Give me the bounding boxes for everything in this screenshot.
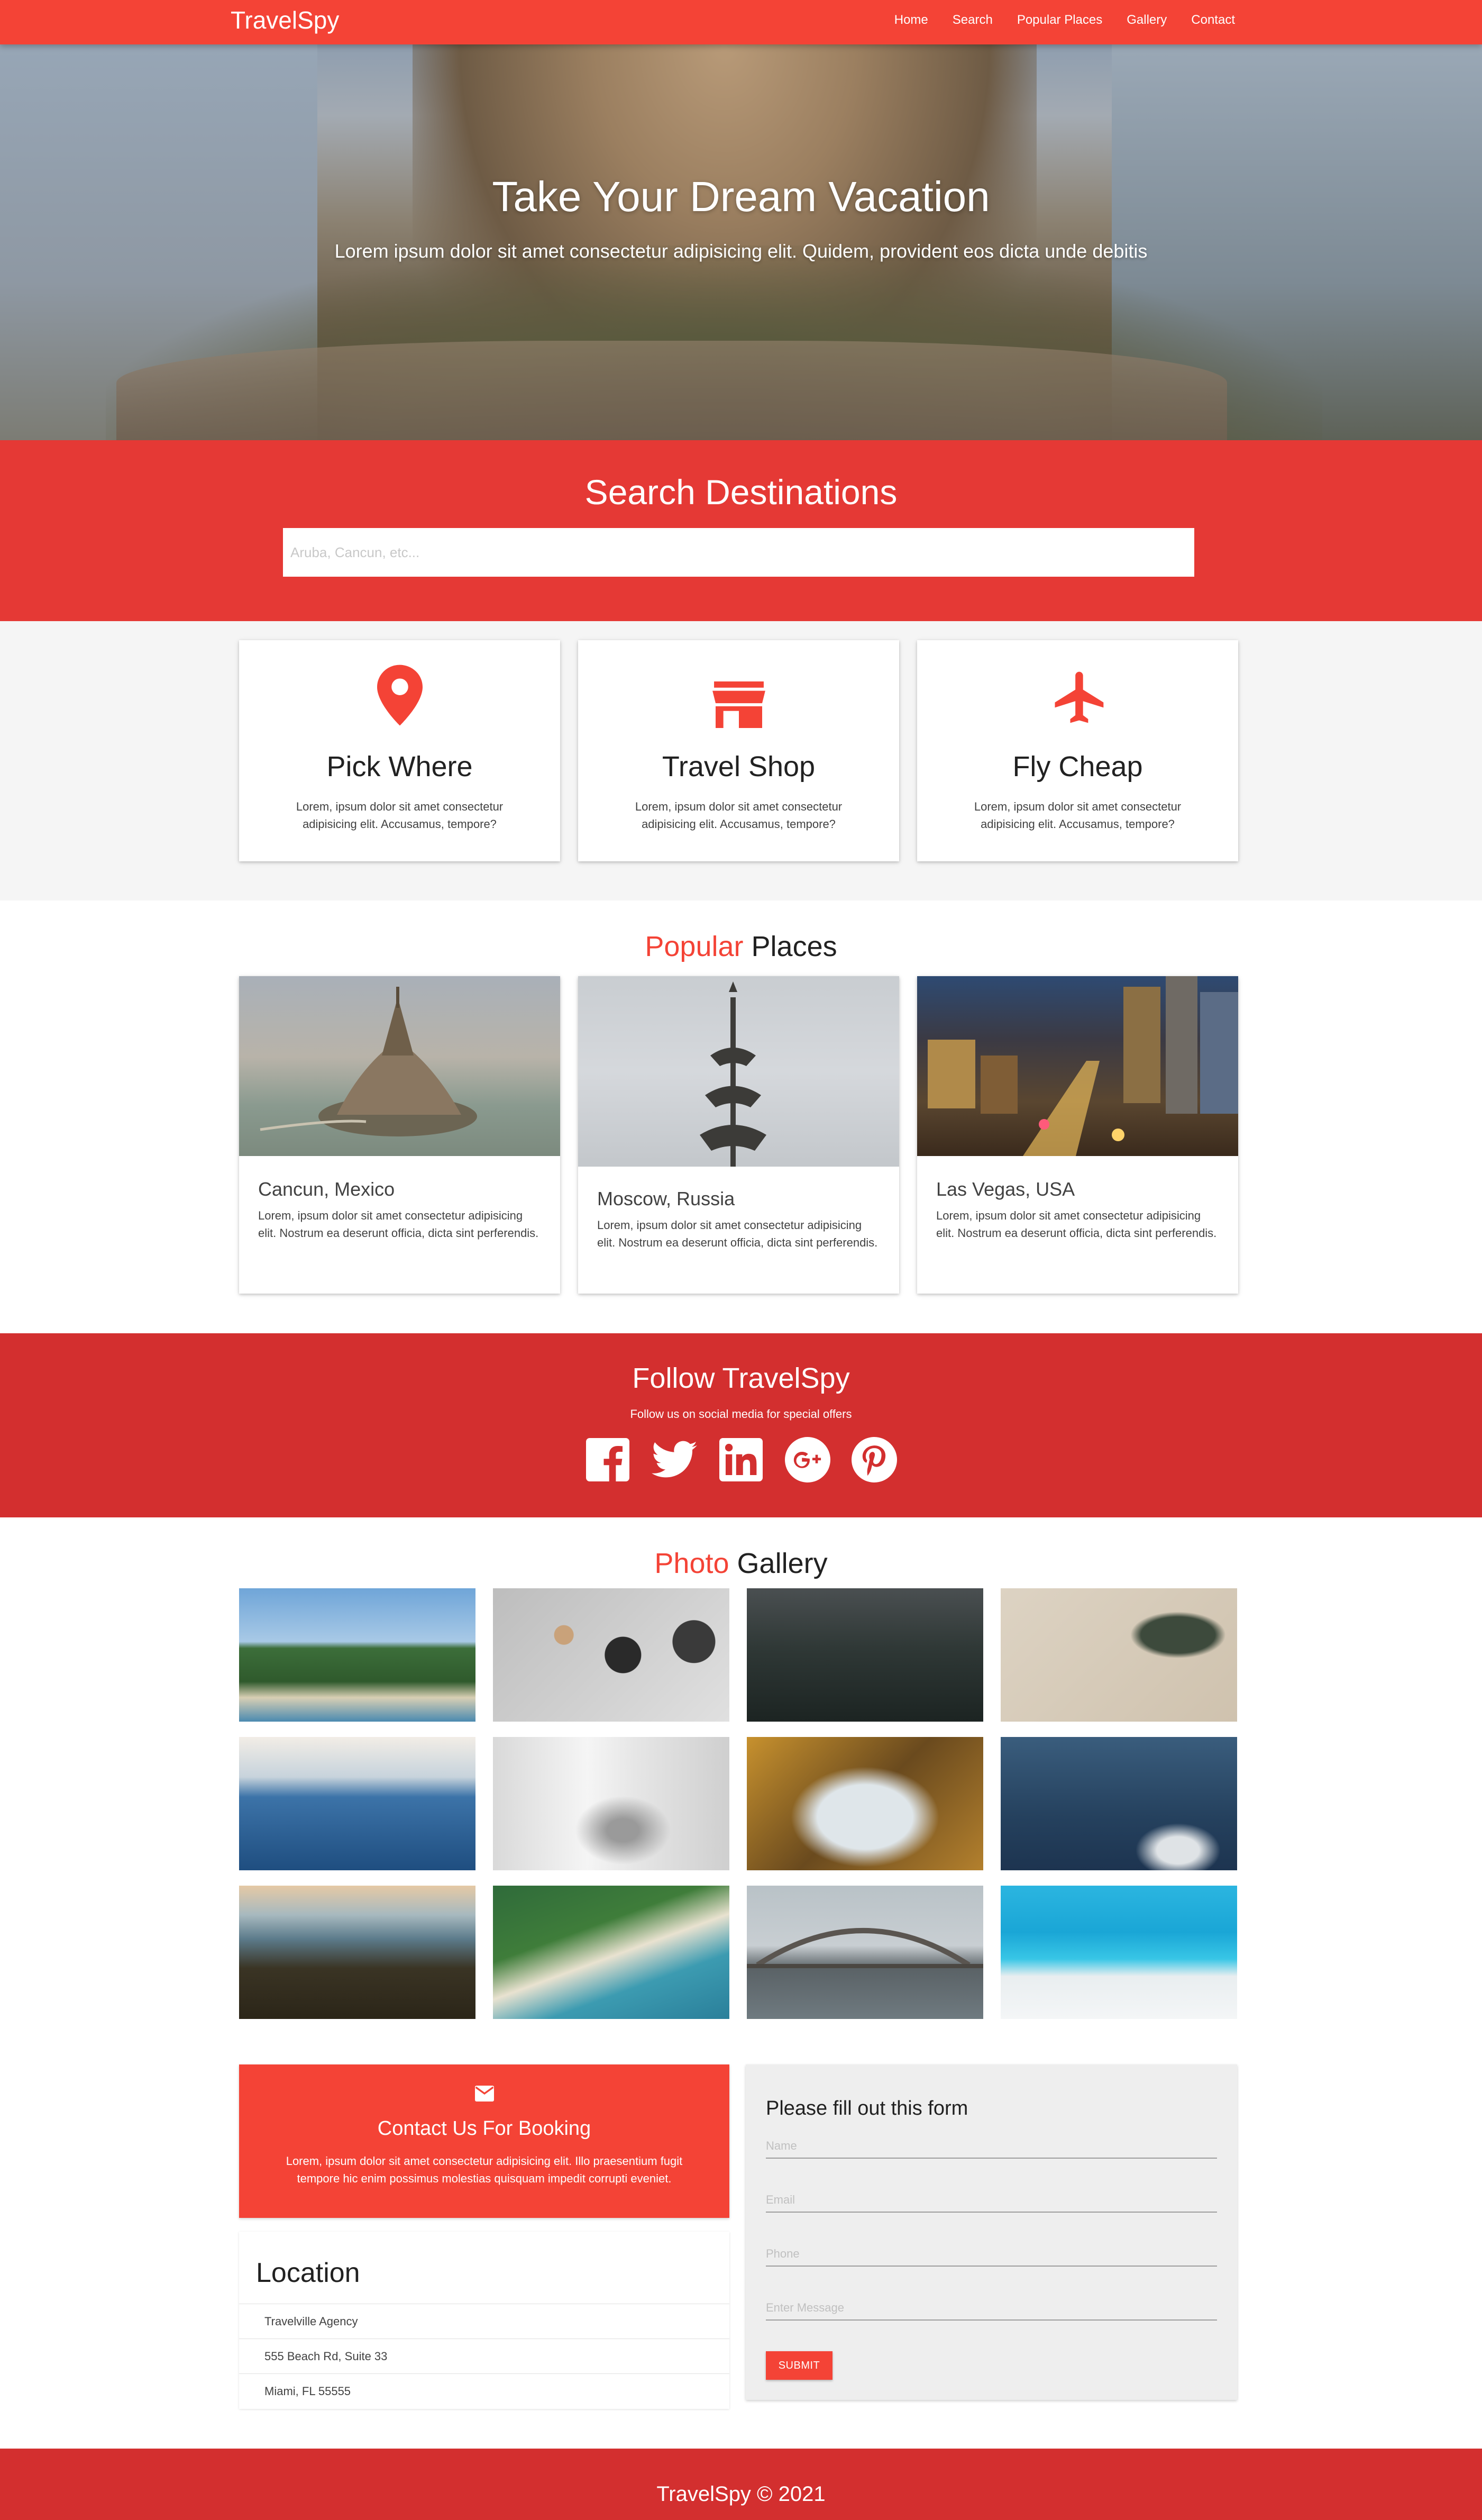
- hero-town-image: [116, 341, 1227, 440]
- gallery-title-rest: Gallery: [729, 1548, 828, 1579]
- nav-link-gallery[interactable]: Gallery: [1127, 13, 1167, 28]
- place-name: Cancun, Mexico: [258, 1178, 395, 1200]
- feature-text: Lorem, ipsum dolor sit amet consectetur …: [296, 800, 504, 831]
- booking-form: Please fill out this form SUBMIT: [746, 2064, 1237, 2400]
- gallery-image-turquoise-beach[interactable]: [1001, 1886, 1237, 2019]
- gallery-image-tropical-bay[interactable]: [493, 1886, 729, 2019]
- feature-card-fly-cheap: Fly Cheap Lorem, ipsum dolor sit amet co…: [917, 640, 1238, 861]
- contact-text: Lorem, ipsum dolor sit amet consectetur …: [286, 2154, 683, 2185]
- gallery-image-autumn-trees[interactable]: [747, 1737, 983, 1870]
- nav-link-popular-places[interactable]: Popular Places: [1017, 13, 1102, 28]
- gallery-image-coast-cliffs[interactable]: [239, 1886, 475, 2019]
- email-field[interactable]: [766, 2188, 1217, 2213]
- place-text: Lorem, ipsum dolor sit amet consectetur …: [936, 1209, 1217, 1240]
- popular-title-accent: Popular: [645, 931, 744, 962]
- linkedin-icon[interactable]: [718, 1437, 764, 1482]
- airplane-icon: [917, 667, 1238, 728]
- feature-title: Fly Cheap: [1012, 751, 1143, 783]
- nav-link-search[interactable]: Search: [953, 13, 993, 28]
- brand-logo[interactable]: TravelSpy: [231, 0, 339, 40]
- location-title: Location: [256, 2258, 360, 2288]
- popular-title-rest: Places: [743, 931, 837, 962]
- name-field[interactable]: [766, 2134, 1217, 2159]
- gallery-image-boat-sea[interactable]: [1001, 1737, 1237, 1870]
- place-image-cancun: [239, 976, 560, 1156]
- place-card-cancun[interactable]: Cancun, Mexico Lorem, ipsum dolor sit am…: [239, 976, 560, 1294]
- place-text: Lorem, ipsum dolor sit amet consectetur …: [597, 1218, 878, 1249]
- facebook-icon[interactable]: [585, 1437, 630, 1482]
- gallery-image-ocean-horizon[interactable]: [239, 1737, 475, 1870]
- footer-text: TravelSpy © 2021: [656, 2482, 826, 2506]
- place-name: Moscow, Russia: [597, 1188, 735, 1209]
- navbar: TravelSpy Home Search Popular Places Gal…: [0, 0, 1482, 44]
- place-name: Las Vegas, USA: [936, 1178, 1075, 1200]
- search-input[interactable]: [283, 528, 1194, 577]
- location-line: Travelville Agency: [239, 2304, 729, 2339]
- feature-text: Lorem, ipsum dolor sit amet consectetur …: [635, 800, 843, 831]
- follow-section: Follow TravelSpy Follow us on social med…: [0, 1333, 1482, 1517]
- contact-card: Contact Us For Booking Lorem, ipsum dolo…: [239, 2064, 729, 2218]
- gallery-image-white-tunnel[interactable]: [493, 1737, 729, 1870]
- feature-card-pick-where: Pick Where Lorem, ipsum dolor sit amet c…: [239, 640, 560, 861]
- feature-title: Pick Where: [326, 751, 473, 783]
- place-card-las-vegas[interactable]: Las Vegas, USA Lorem, ipsum dolor sit am…: [917, 976, 1238, 1294]
- contact-title: Contact Us For Booking: [377, 2117, 591, 2140]
- gallery-title-accent: Photo: [654, 1548, 729, 1579]
- gallery-image-beach-palms[interactable]: [239, 1588, 475, 1722]
- gallery-image-forest-fog[interactable]: [747, 1588, 983, 1722]
- pinterest-icon[interactable]: [852, 1437, 897, 1482]
- search-title: Search Destinations: [584, 472, 898, 512]
- message-field[interactable]: [766, 2296, 1217, 2321]
- feature-title: Travel Shop: [662, 751, 816, 783]
- nav-link-home[interactable]: Home: [894, 13, 928, 28]
- place-image-moscow: [578, 976, 899, 1167]
- nav-link-contact[interactable]: Contact: [1191, 13, 1235, 28]
- gallery-image-aerial-shore[interactable]: [1001, 1588, 1237, 1722]
- gallery-image-travel-items[interactable]: [493, 1588, 729, 1722]
- gallery-image-bridge[interactable]: [747, 1886, 983, 2019]
- place-text: Lorem, ipsum dolor sit amet consectetur …: [258, 1209, 539, 1240]
- store-icon: [578, 681, 899, 729]
- location-card: Location Travelville Agency 555 Beach Rd…: [239, 2232, 729, 2409]
- form-title: Please fill out this form: [766, 2097, 968, 2119]
- popular-places-title: Popular Places: [0, 930, 1482, 963]
- submit-button[interactable]: SUBMIT: [766, 2351, 833, 2380]
- nav-links: Home Search Popular Places Gallery Conta…: [870, 0, 1235, 40]
- gallery-title: Photo Gallery: [0, 1547, 1482, 1580]
- social-icons: [0, 1437, 1482, 1482]
- footer: TravelSpy © 2021: [0, 2449, 1482, 2520]
- features-section: Pick Where Lorem, ipsum dolor sit amet c…: [0, 621, 1482, 900]
- feature-text: Lorem, ipsum dolor sit amet consectetur …: [974, 800, 1182, 831]
- hero-section: Take Your Dream Vacation Lorem ipsum dol…: [0, 44, 1482, 440]
- envelope-icon: [239, 2086, 729, 2101]
- hero-subtitle: Lorem ipsum dolor sit amet consectetur a…: [334, 240, 1148, 262]
- hero-title: Take Your Dream Vacation: [492, 173, 990, 220]
- feature-card-travel-shop: Travel Shop Lorem, ipsum dolor sit amet …: [578, 640, 899, 861]
- location-line: Miami, FL 55555: [239, 2373, 729, 2408]
- place-image-las-vegas: [917, 976, 1238, 1156]
- search-section: Search Destinations: [0, 440, 1482, 621]
- phone-field[interactable]: [766, 2242, 1217, 2267]
- twitter-icon[interactable]: [652, 1437, 697, 1482]
- map-pin-icon: [239, 665, 560, 726]
- location-line: 555 Beach Rd, Suite 33: [239, 2339, 729, 2373]
- follow-title: Follow TravelSpy: [632, 1362, 850, 1394]
- follow-subtitle: Follow us on social media for special of…: [630, 1407, 852, 1421]
- place-card-moscow[interactable]: Moscow, Russia Lorem, ipsum dolor sit am…: [578, 976, 899, 1294]
- google-plus-icon[interactable]: [785, 1437, 830, 1482]
